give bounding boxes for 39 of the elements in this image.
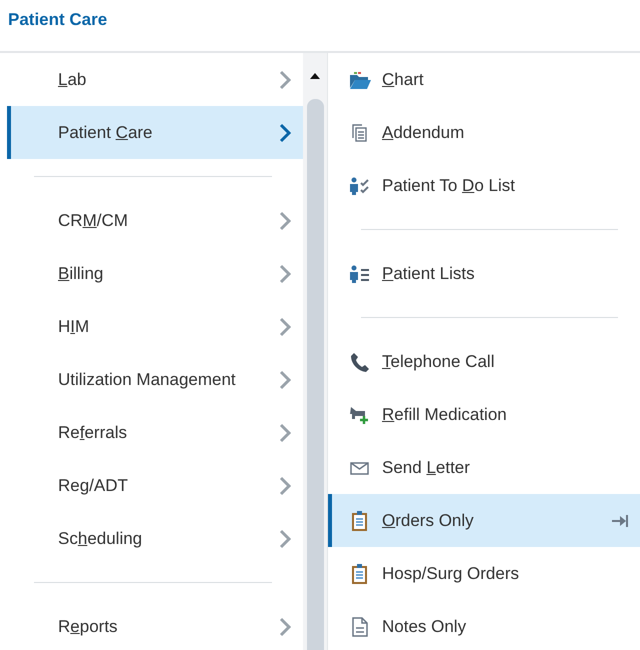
scrollbar[interactable] <box>303 53 328 650</box>
chevron-right-icon <box>279 122 291 142</box>
menu-item[interactable]: Orders Only <box>328 494 640 547</box>
chevron-right-icon <box>279 476 291 496</box>
phone-icon <box>349 352 371 372</box>
menu-item[interactable]: Scheduling <box>7 512 303 565</box>
menu-item[interactable]: Lab <box>7 53 303 106</box>
folder-icon <box>349 70 371 90</box>
menu-item[interactable]: Hosp/Surg Orders <box>328 547 640 600</box>
menu-item[interactable]: Utilization Management <box>7 353 303 406</box>
pin-icon[interactable] <box>612 514 628 526</box>
menu-item[interactable]: Send Letter <box>328 441 640 494</box>
menu-item[interactable]: Refill Medication <box>328 388 640 441</box>
menu-item[interactable]: Reports <box>7 600 303 650</box>
menu-item[interactable]: HIM <box>7 300 303 353</box>
menu-item[interactable]: Patient To Do List <box>328 159 640 212</box>
person-check-icon <box>349 176 371 196</box>
scrollbar-thumb[interactable] <box>306 99 324 650</box>
menu-item[interactable]: Patient Lists <box>328 247 640 300</box>
chevron-right-icon <box>279 210 291 230</box>
menu-item[interactable]: Chart <box>328 53 640 106</box>
menu-title: Patient Care <box>8 10 108 29</box>
chevron-right-icon <box>279 316 291 336</box>
menu-item[interactable]: Patient Care <box>7 106 303 159</box>
chevron-right-icon <box>279 616 291 636</box>
scroll-up-arrow-icon[interactable] <box>310 73 320 79</box>
menu-item[interactable]: Telephone Call <box>328 335 640 388</box>
chevron-right-icon <box>279 528 291 548</box>
menu-item[interactable]: CRM/CM <box>7 194 303 247</box>
menu-item[interactable]: Billing <box>7 247 303 300</box>
menu-item[interactable]: Referrals <box>7 406 303 459</box>
menu-item[interactable]: Addendum <box>328 106 640 159</box>
chevron-right-icon <box>279 370 291 390</box>
chevron-right-icon <box>279 70 291 90</box>
menu-item[interactable]: Notes Only <box>328 600 640 650</box>
chevron-right-icon <box>279 422 291 442</box>
person-list-icon <box>349 264 371 284</box>
menu-item[interactable]: Reg/ADT <box>7 459 303 512</box>
chevron-right-icon <box>279 264 291 284</box>
